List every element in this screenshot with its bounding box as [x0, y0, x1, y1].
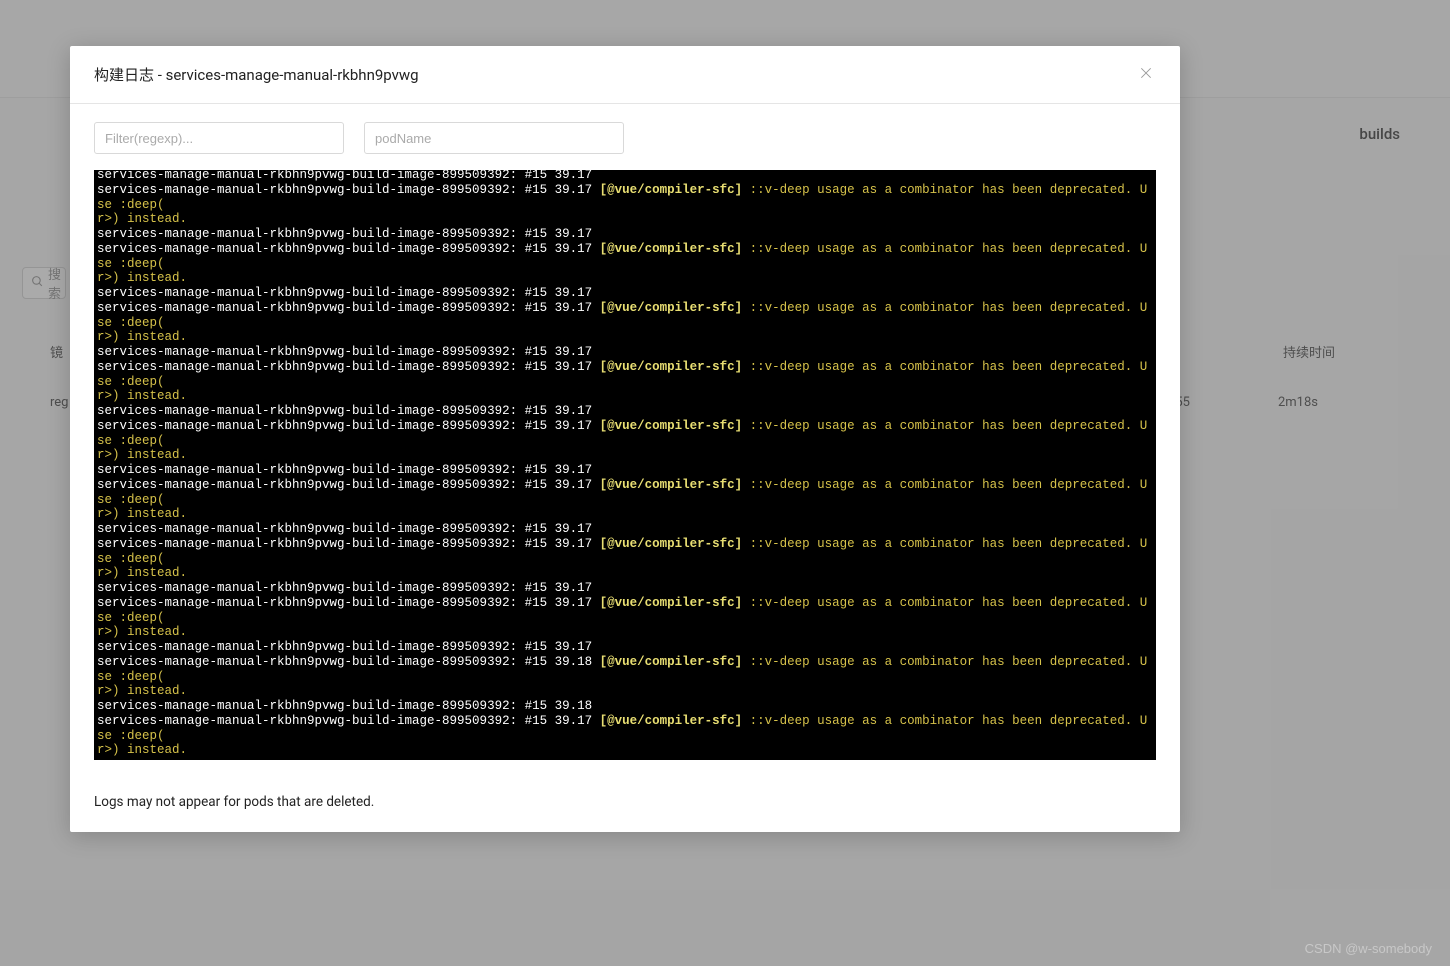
close-icon	[1139, 64, 1153, 85]
modal-title: 构建日志 - services-manage-manual-rkbhn9pvwg	[94, 64, 419, 85]
filter-podname-input[interactable]	[364, 122, 624, 154]
watermark: CSDN @w-somebody	[1305, 941, 1432, 956]
close-button[interactable]	[1136, 65, 1156, 85]
filter-regexp-input[interactable]	[94, 122, 344, 154]
build-log-modal: 构建日志 - services-manage-manual-rkbhn9pvwg…	[70, 46, 1180, 832]
log-hint: Logs may not appear for pods that are de…	[94, 794, 1156, 810]
modal-body: services-manage-manual-rkbhn9pvwg-build-…	[70, 104, 1180, 832]
modal-header: 构建日志 - services-manage-manual-rkbhn9pvwg	[70, 46, 1180, 104]
filter-row	[94, 122, 1156, 154]
log-console[interactable]: services-manage-manual-rkbhn9pvwg-build-…	[94, 170, 1156, 760]
